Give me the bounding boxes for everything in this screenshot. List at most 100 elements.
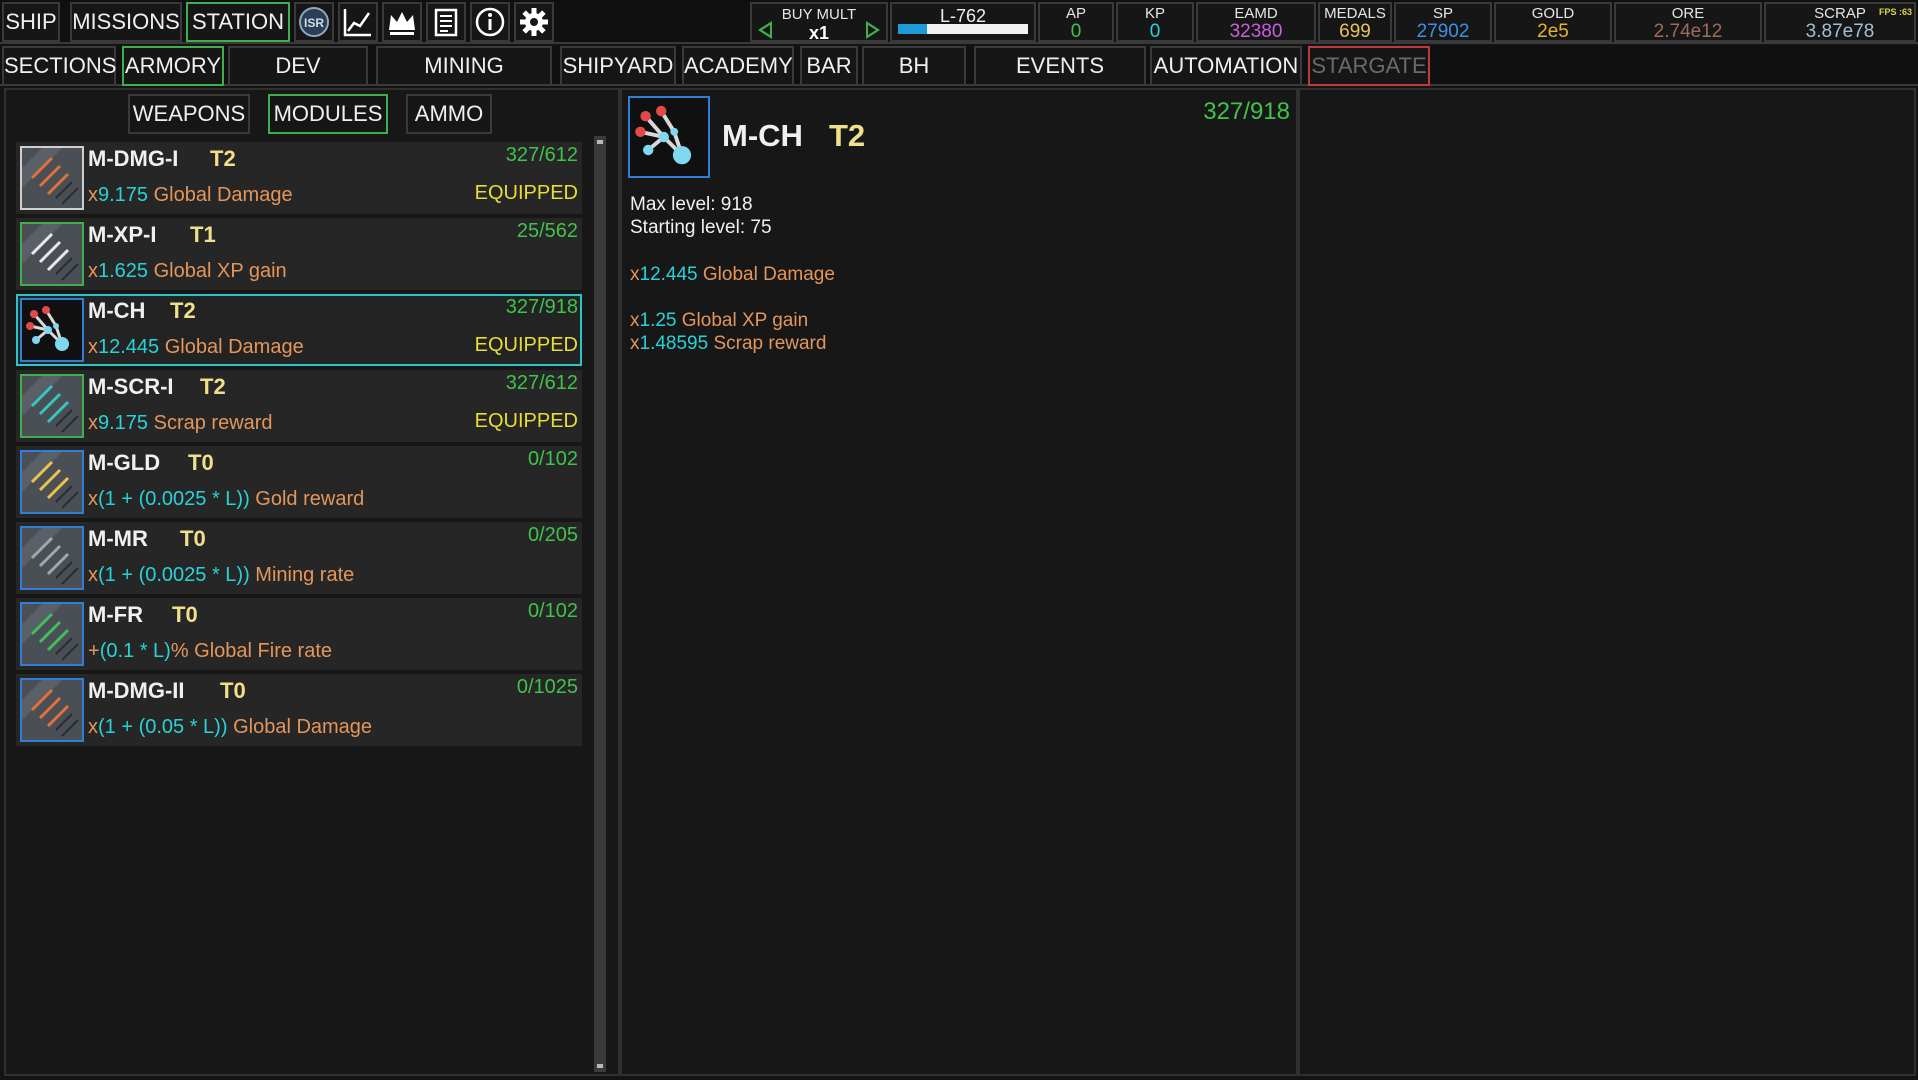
tab-weapons[interactable]: WEAPONS bbox=[128, 94, 250, 134]
fps-counter: FPS :63 bbox=[1879, 7, 1912, 17]
resource-eamd-label: EAMD bbox=[1198, 5, 1314, 22]
module-level: 0/102 bbox=[528, 600, 578, 623]
effect-prefix: + bbox=[88, 640, 100, 662]
leaderboard-button[interactable] bbox=[382, 2, 422, 42]
info-button[interactable] bbox=[470, 2, 510, 42]
level-progress-bar bbox=[898, 24, 1028, 34]
module-tier: T0 bbox=[188, 450, 214, 476]
resource-scrap-value: 3.87e78 bbox=[1766, 21, 1914, 43]
bonus-text: Scrap reward bbox=[708, 333, 826, 354]
buy-mult-increase-icon[interactable] bbox=[866, 21, 880, 39]
bonus-prefix: x bbox=[630, 333, 640, 354]
tab-modules[interactable]: MODULES bbox=[268, 94, 388, 134]
section-tab-events-board[interactable]: EVENTS BOARD bbox=[974, 46, 1146, 86]
module-list-scrollbar[interactable] bbox=[594, 136, 606, 1072]
section-tab-bh-guild[interactable]: BH GUILD bbox=[862, 46, 966, 86]
section-tab-mining-center[interactable]: MINING CENTER bbox=[376, 46, 552, 86]
effect-text: Global Damage bbox=[148, 184, 293, 206]
module-tier: T2 bbox=[200, 374, 226, 400]
module-row-m-gld[interactable]: M-GLD T0 0/102 x(1 + (0.0025 * L)) Gold … bbox=[16, 446, 582, 518]
effect-value: (1 + (0.05 * L)) bbox=[98, 716, 228, 738]
bonus-prefix: x bbox=[630, 264, 640, 285]
detail-bonus-scrap: x1.48595 Scrap reward bbox=[630, 333, 826, 355]
module-row-m-dmg-ii[interactable]: M-DMG-II T0 0/1025 x(1 + (0.05 * L)) Glo… bbox=[16, 674, 582, 746]
resource-sp-label: SP bbox=[1396, 5, 1490, 22]
stats-chart-icon bbox=[342, 6, 374, 38]
detail-starting-level: Starting level: 75 bbox=[630, 217, 772, 239]
isr-button[interactable]: ISR bbox=[294, 2, 334, 42]
module-row-m-xp-i[interactable]: M-XP-I T1 25/562 x1.625 Global XP gain bbox=[16, 218, 582, 290]
module-row-m-fr[interactable]: M-FR T0 0/102 +(0.1 * L)% Global Fire ra… bbox=[16, 598, 582, 670]
module-level: 327/918 bbox=[506, 296, 578, 319]
module-chip-icon bbox=[20, 602, 84, 666]
effect-value: 12.445 bbox=[98, 336, 159, 358]
module-detail-panel: M-CH T2 327/918 Max level: 918 Starting … bbox=[620, 88, 1298, 1076]
module-tier: T0 bbox=[220, 678, 246, 704]
top-bar: SHIP MISSIONS STATION ISR bbox=[0, 0, 1918, 44]
module-level: 25/562 bbox=[517, 220, 578, 243]
module-chip-icon bbox=[20, 450, 84, 514]
effect-text: Global Damage bbox=[228, 716, 373, 738]
module-chip-icon bbox=[20, 374, 84, 438]
module-equipped-status: EQUIPPED bbox=[475, 182, 578, 205]
module-list-panel: WEAPONS MODULES AMMO M-DMG-I T2 327/612 … bbox=[4, 88, 620, 1076]
module-name: M-DMG-I bbox=[88, 146, 178, 172]
module-name: M-DMG-II bbox=[88, 678, 185, 704]
bonus-text: Global Damage bbox=[698, 264, 835, 285]
module-name: M-XP-I bbox=[88, 222, 156, 248]
notes-button[interactable] bbox=[426, 2, 466, 42]
stats-button[interactable] bbox=[338, 2, 378, 42]
settings-button[interactable] bbox=[514, 2, 554, 42]
section-tab-automation[interactable]: AUTOMATION bbox=[1150, 46, 1302, 86]
ship-button[interactable]: SHIP bbox=[2, 2, 60, 42]
section-tab-academy[interactable]: ACADEMY bbox=[682, 46, 794, 86]
module-row-m-ch[interactable]: M-CH T2 327/918 x12.445 Global Damage EQ… bbox=[16, 294, 582, 366]
missions-button[interactable]: MISSIONS bbox=[70, 2, 182, 42]
module-level: 327/612 bbox=[506, 372, 578, 395]
section-tab-sections[interactable]: SECTIONS bbox=[2, 46, 116, 86]
tab-ammo[interactable]: AMMO bbox=[406, 94, 492, 134]
module-tier: T2 bbox=[210, 146, 236, 172]
effect-text: Global Damage bbox=[159, 336, 304, 358]
module-row-m-dmg-i[interactable]: M-DMG-I T2 327/612 x9.175 Global Damage … bbox=[16, 142, 582, 214]
module-effect: x12.445 Global Damage bbox=[88, 336, 304, 359]
bonus-text: Global XP gain bbox=[676, 310, 808, 331]
resource-medals-value: 699 bbox=[1320, 21, 1390, 43]
bonus-value: 12.445 bbox=[640, 264, 698, 285]
resource-ap: AP 0 bbox=[1038, 2, 1114, 42]
station-sections-bar: SECTIONS ARMORY DEV CENTER MINING CENTER… bbox=[0, 46, 1918, 86]
module-tier: T1 bbox=[190, 222, 216, 248]
module-effect: x(1 + (0.05 * L)) Global Damage bbox=[88, 716, 372, 739]
info-icon bbox=[474, 6, 506, 38]
resource-ore: ORE 2.74e12 bbox=[1614, 2, 1762, 42]
section-tab-armory[interactable]: ARMORY bbox=[122, 46, 224, 86]
detail-module-name: M-CH bbox=[722, 118, 803, 154]
resource-sp-value: 27902 bbox=[1396, 21, 1490, 43]
resource-gold-value: 2e5 bbox=[1496, 21, 1610, 43]
module-equipped-status: EQUIPPED bbox=[475, 410, 578, 433]
section-tab-stargate[interactable]: STARGATE bbox=[1308, 46, 1430, 86]
module-effect: +(0.1 * L)% Global Fire rate bbox=[88, 640, 332, 663]
module-level: 0/102 bbox=[528, 448, 578, 471]
resource-kp: KP 0 bbox=[1116, 2, 1194, 42]
effect-prefix: x bbox=[88, 184, 98, 206]
section-tab-dev-center[interactable]: DEV CENTER bbox=[228, 46, 368, 86]
effect-prefix: x bbox=[88, 564, 98, 586]
effect-value: (1 + (0.0025 * L)) bbox=[98, 488, 250, 510]
module-row-m-scr-i[interactable]: M-SCR-I T2 327/612 x9.175 Scrap reward E… bbox=[16, 370, 582, 442]
section-tab-bar[interactable]: BAR bbox=[800, 46, 858, 86]
resource-medals-label: MEDALS bbox=[1320, 5, 1390, 22]
station-button[interactable]: STATION bbox=[186, 2, 290, 42]
module-row-m-mr[interactable]: M-MR T0 0/205 x(1 + (0.0025 * L)) Mining… bbox=[16, 522, 582, 594]
effect-value: 9.175 bbox=[98, 412, 148, 434]
module-name: M-FR bbox=[88, 602, 143, 628]
detail-max-level: Max level: 918 bbox=[630, 194, 753, 216]
effect-text: Scrap reward bbox=[148, 412, 273, 434]
effect-value: 1.625 bbox=[98, 260, 148, 282]
resource-gold: GOLD 2e5 bbox=[1494, 2, 1612, 42]
module-chip-icon bbox=[20, 146, 84, 210]
module-tier: T0 bbox=[180, 526, 206, 552]
effect-text: Mining rate bbox=[250, 564, 355, 586]
effect-text: % Global Fire rate bbox=[171, 640, 332, 662]
section-tab-shipyard[interactable]: SHIPYARD bbox=[560, 46, 676, 86]
